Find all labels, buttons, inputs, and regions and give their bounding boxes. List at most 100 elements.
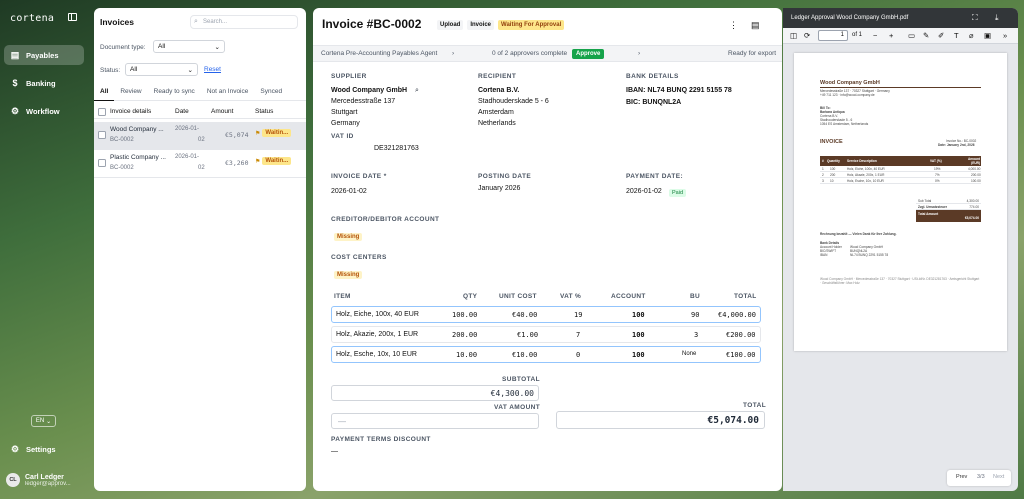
sidebar-toggle-icon[interactable] (68, 13, 77, 21)
select-all-checkbox[interactable] (98, 108, 106, 116)
rotate-icon[interactable]: ⟳ (804, 31, 810, 40)
next-button[interactable]: Next (993, 474, 1004, 480)
tab-ready-to-sync[interactable]: Ready to sync (148, 85, 201, 101)
subtotal-field[interactable]: €4,300.00 (331, 385, 539, 401)
workflow-icon: ⚙ (10, 105, 20, 116)
zoom-out-icon[interactable]: − (873, 31, 877, 40)
sidebar-item-label: Payables (26, 50, 59, 60)
doc-company: Wood Company GmbH (820, 80, 880, 86)
text-icon[interactable]: T (954, 31, 959, 40)
approvers-status: 0 of 2 approvers complete (492, 50, 568, 57)
doc-th: Amount (EUR) (967, 157, 980, 165)
agent-name: Cortena Pre-Accounting Payables Agent (321, 50, 438, 57)
doc-invoice-heading: INVOICE (820, 139, 843, 145)
sidebar-item-settings[interactable]: ⚙ Settings (4, 439, 84, 459)
chevron-down-icon: ⌄ (214, 43, 220, 51)
cost-centers-label: COST CENTERS (331, 254, 387, 261)
language-select[interactable]: EN ⌄ (31, 415, 56, 427)
sidebar-item-workflow[interactable]: ⚙ Workflow (4, 101, 84, 121)
doc-type-select[interactable]: All ⌄ (153, 40, 225, 53)
sidebar-panel-icon[interactable]: ◫ (790, 31, 797, 40)
pdf-page: Wood Company GmbH Mercedesstraße 137 · 7… (794, 53, 1007, 351)
more-icon[interactable]: ⋮ (729, 20, 738, 31)
vat-amount-value: — (338, 416, 346, 426)
pdf-toolbar: ◫ ⟳ 1 of 1 − + ▭ ✎ ✐ T ⌀ ▣ » (783, 28, 1018, 44)
chevron-right-icon: › (452, 50, 455, 57)
line-item-row[interactable]: Holz, Akazie, 200x, 1 EUR 200.00 €1.00 7… (331, 326, 761, 343)
table-row[interactable]: Wood Company ... BC-0002 2026-01- 02 €5,… (94, 122, 306, 150)
creditor-missing-badge[interactable]: Missing (334, 233, 363, 241)
item-unit-cost: €10.00 (512, 351, 538, 359)
total-field[interactable]: €5,074.00 (556, 411, 765, 429)
tab-not-an-invoice[interactable]: Not an Invoice (201, 85, 255, 101)
line-item-row[interactable]: Holz, Eiche, 100x, 40 EUR 100.00 €40.00 … (331, 306, 761, 323)
payment-date-label: PAYMENT DATE: (626, 173, 684, 180)
list-tabs: All Review Ready to sync Not an Invoice … (94, 85, 306, 101)
vat-id-value: DE321281763 (374, 145, 419, 152)
tab-synced[interactable]: Synced (254, 85, 288, 101)
doc-total-row: Total Amount €5,074.00 (916, 210, 981, 222)
search-input[interactable]: ⌕ Search... (190, 15, 298, 29)
more-tools-icon[interactable]: » (1003, 31, 1007, 40)
image-icon[interactable]: ▣ (984, 31, 991, 40)
page-number-input[interactable]: 1 (818, 30, 848, 41)
invoice-badges: Upload Invoice Waiting For Approval (437, 20, 565, 30)
comment-icon[interactable]: ▭ (908, 31, 915, 40)
invoice-list-panel: Invoices ⌕ Search... Document type: All … (94, 8, 306, 491)
invoice-name: Plastic Company ... (110, 154, 166, 161)
doc-iban-label: IBAN (820, 253, 828, 257)
prev-button[interactable]: Prev (956, 474, 967, 480)
edit-icon[interactable]: ✎ (923, 31, 929, 40)
doc-iban: NL74 BUNQ 2291 5155 78 (850, 253, 889, 257)
status-select[interactable]: All ⌄ (125, 63, 198, 76)
item-bu: 90 (691, 311, 700, 319)
table-row[interactable]: Plastic Company ... BC-0002 2026-01- 02 … (94, 150, 306, 178)
supplier-label: SUPPLIER (331, 73, 367, 80)
list-title: Invoices (100, 17, 135, 27)
badge-waiting: Waiting For Approval (498, 20, 565, 30)
item-total: €200.00 (726, 331, 756, 339)
item-qty: 100.00 (452, 311, 478, 319)
doc-td: 0% (935, 179, 940, 183)
status-badge: ⚑ Waitin... (255, 157, 292, 165)
fullscreen-icon[interactable]: ⛶ (972, 13, 978, 23)
item-account: 100 (632, 331, 645, 339)
agent-icon: ⚑ (255, 158, 261, 165)
doc-td: 4,000.00 (968, 167, 981, 171)
row-checkbox[interactable] (98, 159, 106, 167)
doc-td: 200 (830, 173, 836, 177)
invoice-date-value[interactable]: 2026-01-02 (331, 188, 367, 195)
sidebar-item-payables[interactable]: ▤ Payables (4, 45, 84, 65)
page-count: of 1 (852, 32, 863, 38)
row-checkbox[interactable] (98, 131, 106, 139)
invoice-date-day: 02 (198, 165, 205, 171)
download-icon[interactable]: ⤓ (995, 13, 999, 23)
payment-date-value[interactable]: 2026-01-02 (626, 188, 662, 195)
cost-centers-missing-badge[interactable]: Missing (334, 271, 363, 279)
item-vat: 0 (576, 351, 581, 359)
tab-review[interactable]: Review (114, 85, 147, 101)
line-item-row[interactable]: Holz, Esche, 10x, 10 EUR 10.00 €10.00 0 … (331, 346, 761, 363)
pdf-pager: Prev 3/3 Next (947, 470, 1011, 486)
item-bu: None (682, 351, 697, 357)
vat-amount-field[interactable]: — (331, 413, 539, 429)
draw-icon[interactable]: ⌀ (969, 31, 974, 40)
chevron-right-icon: › (638, 50, 641, 57)
invoice-date-label: INVOICE DATE * (331, 173, 387, 180)
invoice-amount: €5,074 (225, 131, 249, 139)
status-text: Waitin... (262, 129, 292, 137)
doc-th: VAT (%) (930, 159, 942, 163)
highlight-icon[interactable]: ✐ (938, 31, 944, 40)
sidebar-item-label: Workflow (26, 106, 60, 116)
user-profile[interactable]: CL Carl Ledger ledger@approv... (6, 473, 71, 487)
sidebar-item-banking[interactable]: $ Banking (4, 73, 84, 93)
zoom-in-icon[interactable]: + (889, 31, 893, 40)
doc-bill-city: 1054 ES Amsterdam, Netherlands (820, 122, 869, 126)
document-view-icon[interactable]: ▤ (751, 20, 760, 31)
reset-link[interactable]: Reset (204, 66, 221, 73)
search-icon[interactable]: ⌕ (415, 87, 419, 95)
approve-button[interactable]: Approve (572, 49, 605, 59)
item-total: €4,000.00 (718, 311, 756, 319)
posting-date-value[interactable]: January 2026 (478, 185, 520, 192)
tab-all[interactable]: All (94, 85, 115, 101)
